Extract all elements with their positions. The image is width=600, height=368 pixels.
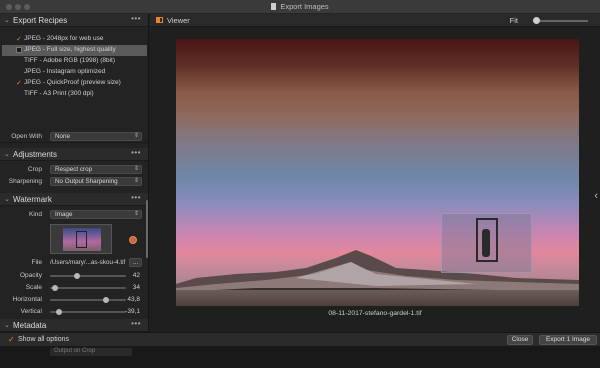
chevron-down-icon: ⌄ — [4, 196, 10, 203]
watermark-file-path: /Users/mary/...as-skou-4.tif — [50, 259, 126, 266]
show-all-options-checkbox[interactable]: Show all options — [18, 336, 69, 343]
vertical-label: Vertical — [20, 308, 42, 315]
window-title-text: Export Images — [280, 2, 329, 11]
recipe-label: TIFF - A3 Print (300 dpi) — [24, 90, 94, 97]
scale-label: Scale — [25, 284, 42, 291]
checkmark-icon[interactable]: ✓ — [16, 79, 22, 87]
scale-slider-knob[interactable] — [52, 285, 58, 291]
more-icon[interactable]: ••• — [131, 319, 141, 328]
viewer-title: Viewer — [167, 16, 190, 25]
watermark-figure — [482, 229, 490, 257]
frame-figure — [76, 231, 87, 248]
recipe-item[interactable]: JPEG - Instagram optimized — [2, 67, 147, 78]
recipe-label: JPEG - Instagram optimized — [24, 68, 106, 75]
horizontal-label: Horizontal — [12, 296, 42, 303]
zoom-slider[interactable] — [536, 20, 588, 22]
divider — [0, 142, 148, 143]
chevron-left-icon[interactable]: ‹ — [594, 190, 598, 202]
opacity-slider[interactable] — [50, 275, 126, 277]
vertical-value[interactable]: -39,1 — [125, 308, 140, 315]
vertical-slider-knob[interactable] — [56, 309, 62, 315]
metadata-title: Metadata — [13, 321, 47, 330]
document-icon — [271, 3, 277, 10]
more-icon[interactable]: ••• — [131, 148, 141, 157]
recipe-label: JPEG - QuickProof (preview size) — [24, 79, 121, 86]
recipe-label: JPEG - 2048px for web use — [24, 35, 104, 42]
watermark-header[interactable]: ⌄ Watermark ••• — [0, 193, 148, 206]
viewer-toolbar: Viewer Fit — [150, 14, 600, 27]
export-button[interactable]: Export 1 Image — [539, 335, 597, 345]
chevron-down-icon: ⌄ — [4, 17, 10, 24]
horizontal-slider-knob[interactable] — [103, 297, 109, 303]
recipe-label: JPEG - Full size, highest quality — [24, 46, 116, 53]
window-title: Export Images — [0, 2, 600, 11]
zoom-slider-knob[interactable] — [533, 17, 540, 24]
more-icon[interactable]: ••• — [131, 14, 141, 23]
choose-file-button[interactable]: ... — [129, 258, 142, 267]
chevron-updown-icon: ⇕ — [133, 166, 139, 172]
recipe-checkbox[interactable] — [16, 47, 22, 53]
chevron-updown-icon: ⇕ — [133, 133, 139, 139]
recipe-item[interactable]: ✓ JPEG - QuickProof (preview size) — [2, 78, 147, 89]
crop-label: Crop — [27, 166, 42, 173]
choose-file-label: ... — [133, 259, 139, 266]
watermark-color-icon[interactable] — [129, 236, 137, 244]
horizontal-value[interactable]: 43,8 — [127, 296, 140, 303]
watermark-title: Watermark — [13, 195, 52, 204]
horizontal-slider[interactable] — [50, 299, 126, 301]
underlying-window: Output on Crop — [0, 346, 600, 368]
recipe-label: TIFF - Adobe RGB (1998) (8bit) — [24, 57, 116, 64]
scale-value[interactable]: 34 — [133, 284, 140, 291]
open-with-select[interactable]: None ⇕ — [50, 132, 142, 141]
chevron-updown-icon: ⇕ — [133, 178, 139, 184]
recipe-item[interactable]: TIFF - Adobe RGB (1998) (8bit) — [2, 56, 147, 67]
kind-label: Kind — [28, 211, 42, 218]
foreground-ground — [176, 290, 579, 306]
open-with-label: Open With — [11, 133, 42, 140]
adjustments-title: Adjustments — [13, 150, 58, 159]
underlying-select-value: Output on Crop — [54, 348, 96, 354]
export-settings-panel: ⌄ Export Recipes ••• ✓ JPEG - 2048px for… — [0, 14, 149, 332]
sharpening-value: No Output Sharpening — [55, 178, 118, 185]
watermark-overlay[interactable] — [441, 213, 532, 273]
recipe-item[interactable]: JPEG - Full size, highest quality — [2, 45, 147, 56]
opacity-value[interactable]: 42 — [133, 272, 140, 279]
image-viewer: 08-11-2017-stefano-gardel-1.tif ‹ — [150, 27, 600, 332]
image-filename: 08-11-2017-stefano-gardel-1.tif — [328, 310, 422, 317]
export-recipes-title: Export Recipes — [13, 16, 68, 25]
underlying-select: Output on Crop — [50, 348, 132, 356]
kind-select[interactable]: Image ⇕ — [50, 210, 142, 219]
scale-slider[interactable] — [50, 287, 126, 289]
opacity-slider-knob[interactable] — [74, 273, 80, 279]
sharpening-label: Sharpening — [8, 178, 42, 185]
crop-select[interactable]: Respect crop ⇕ — [50, 165, 142, 174]
chevron-down-icon: ⌄ — [4, 151, 10, 158]
sharpening-select[interactable]: No Output Sharpening ⇕ — [50, 177, 142, 186]
chevron-updown-icon: ⇕ — [133, 211, 139, 217]
checkmark-icon[interactable]: ✓ — [16, 35, 22, 43]
close-button[interactable]: Close — [507, 335, 533, 345]
metadata-header[interactable]: ⌄ Metadata ••• — [0, 319, 148, 332]
adjustments-header[interactable]: ⌄ Adjustments ••• — [0, 148, 148, 161]
file-label: File — [31, 259, 42, 266]
more-icon[interactable]: ••• — [131, 193, 141, 202]
chevron-down-icon: ⌄ — [4, 322, 10, 329]
viewer-icon — [156, 17, 163, 23]
watermark-preview[interactable] — [50, 224, 112, 254]
kind-value: Image — [55, 211, 73, 218]
checkmark-icon[interactable]: ✓ — [8, 335, 15, 344]
bottom-bar: ✓ Show all options Close Export 1 Image — [0, 332, 600, 346]
title-bar: Export Images — [0, 0, 600, 14]
opacity-label: Opacity — [19, 272, 42, 279]
crop-value: Respect crop — [55, 166, 93, 173]
watermark-thumbnail — [63, 228, 101, 251]
panel-scrollbar[interactable] — [146, 200, 148, 258]
recipe-item[interactable]: TIFF - A3 Print (300 dpi) — [2, 89, 147, 100]
open-with-value: None — [55, 133, 71, 140]
fit-button[interactable]: Fit — [510, 16, 518, 25]
export-recipes-header[interactable]: ⌄ Export Recipes ••• — [0, 14, 148, 27]
recipe-item[interactable]: ✓ JPEG - 2048px for web use — [2, 34, 147, 45]
